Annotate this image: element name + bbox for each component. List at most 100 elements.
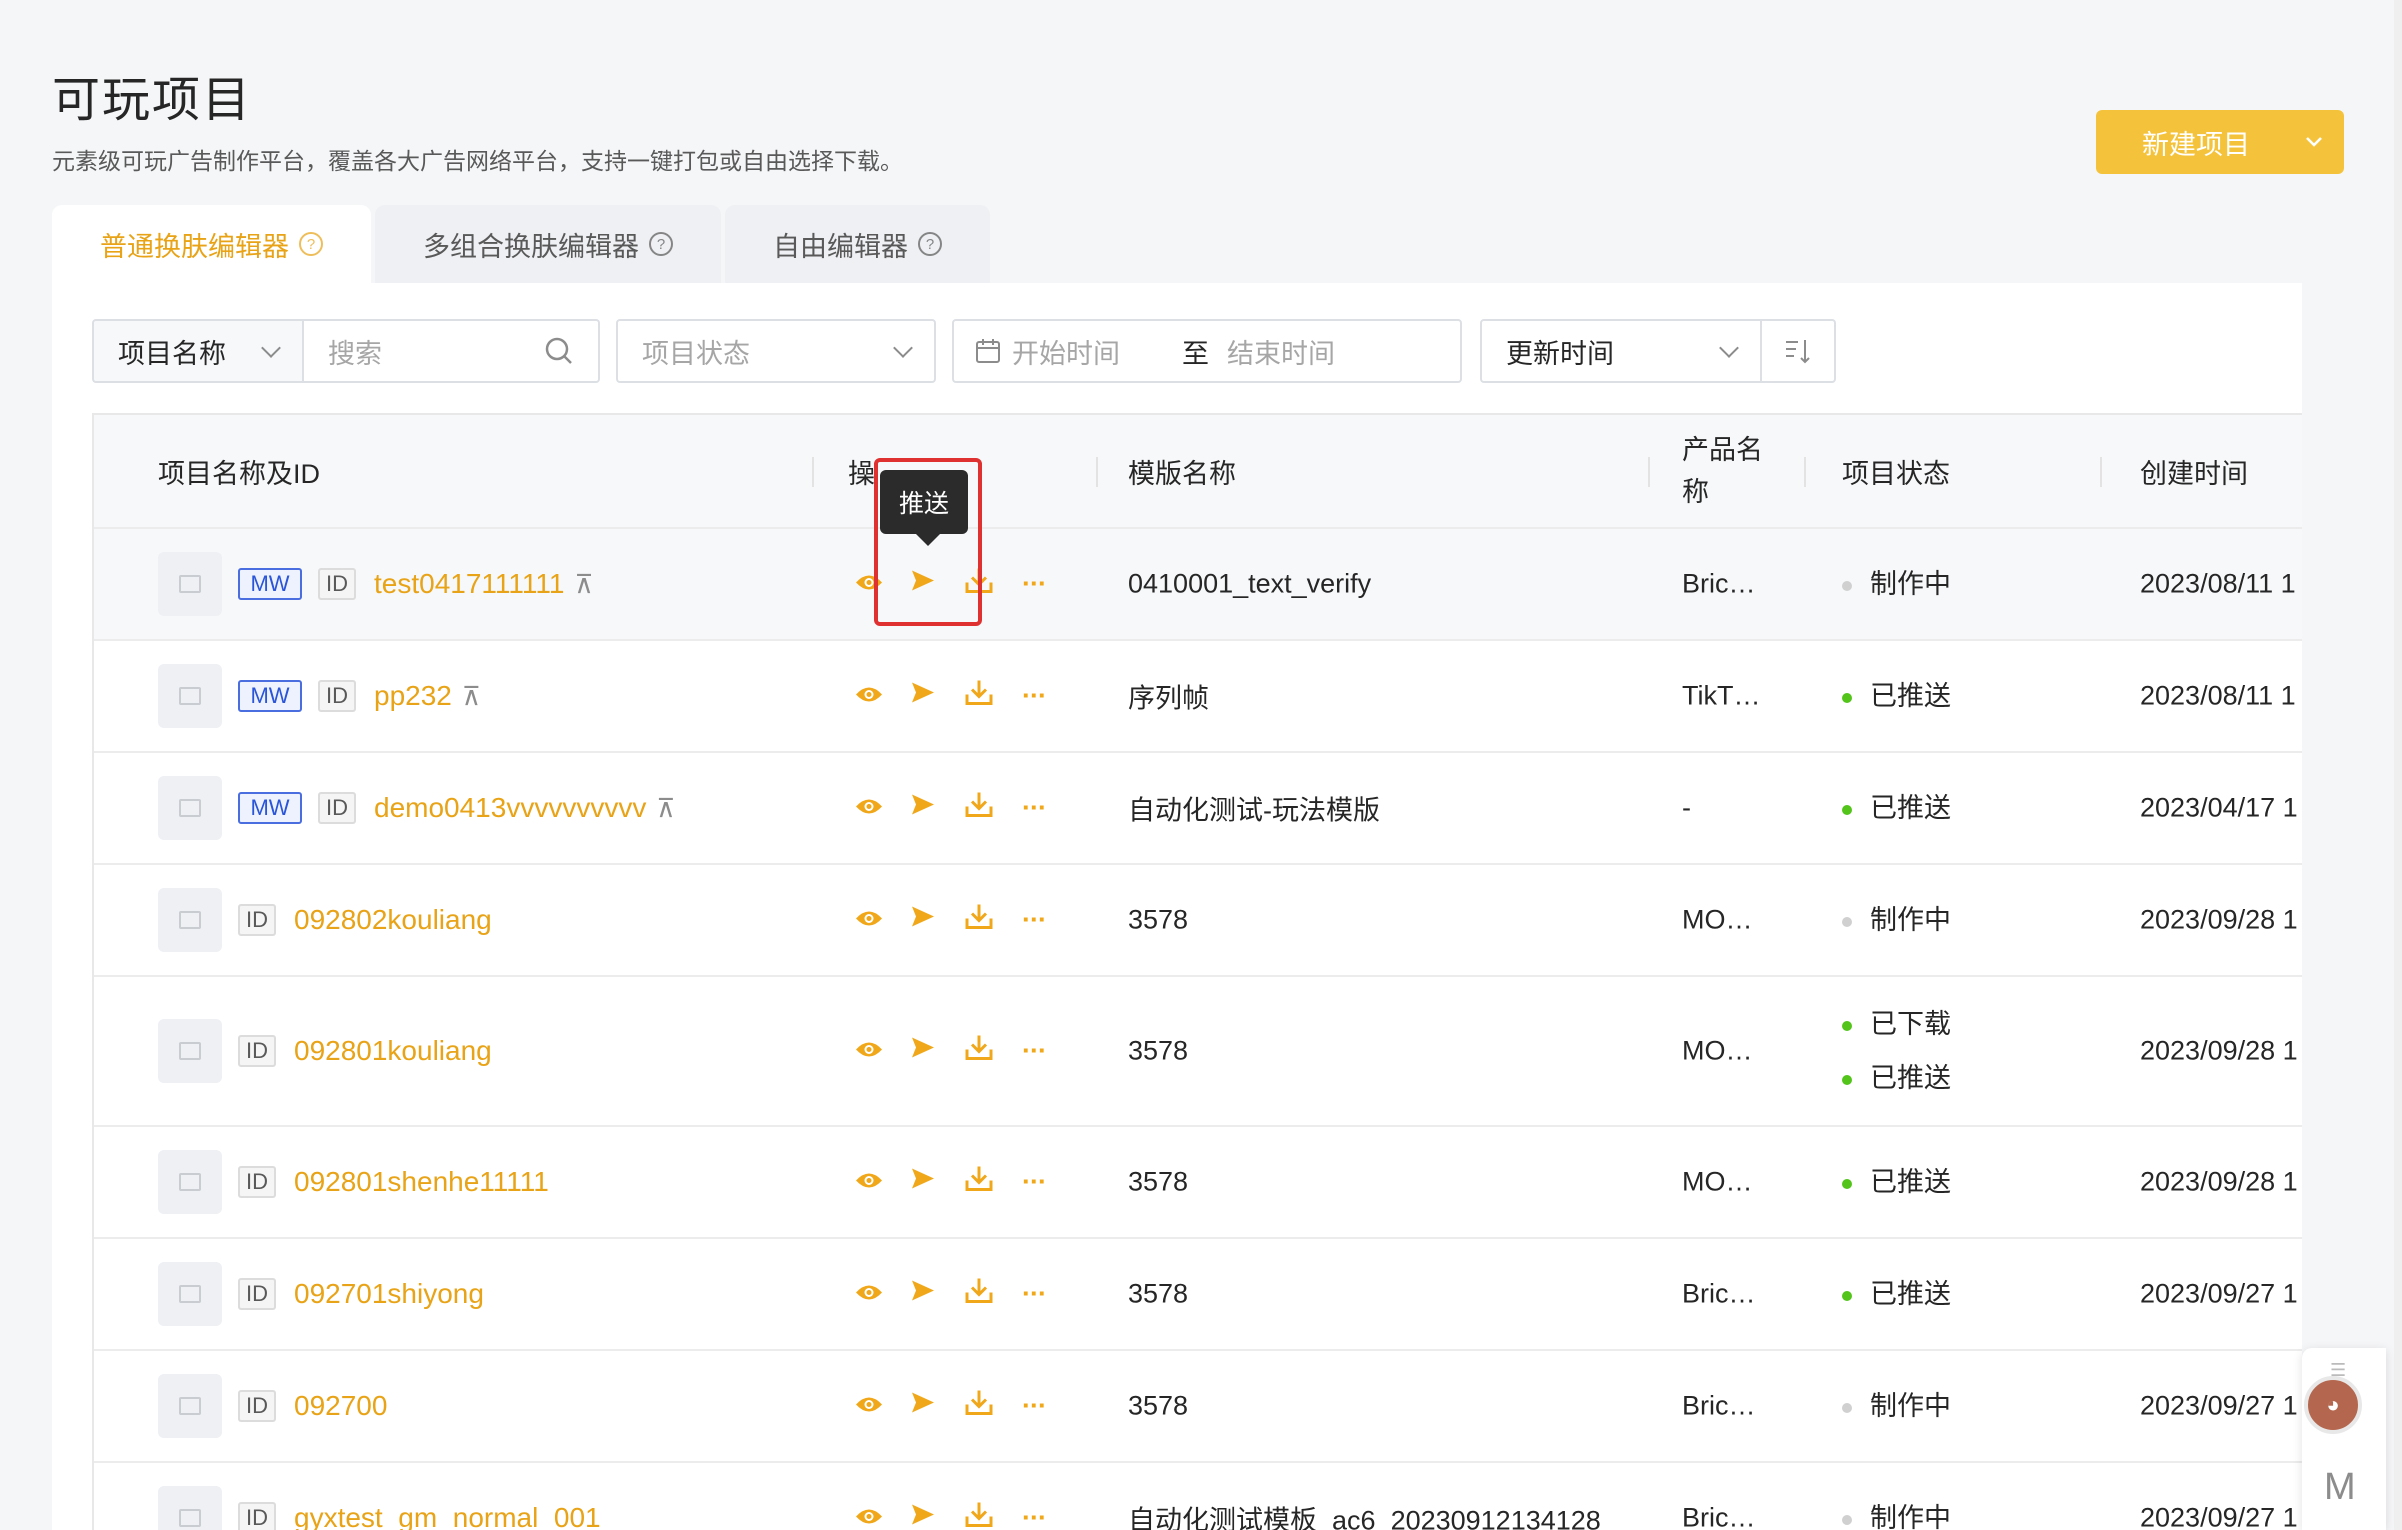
id-tag[interactable]: ID	[318, 792, 356, 824]
tab-multi-skin-editor[interactable]: 多组合换肤编辑器?	[375, 205, 721, 283]
id-tag[interactable]: ID	[238, 1035, 276, 1067]
preview-icon[interactable]	[854, 681, 884, 712]
preview-icon[interactable]	[854, 1391, 884, 1422]
push-icon[interactable]	[910, 1391, 936, 1422]
table-row[interactable]: MW ID pp232 ⊼ ··· 序列帧 TikT… 已推送 2023/08/11 1	[94, 641, 2302, 753]
chevron-down-icon[interactable]	[2284, 110, 2344, 174]
project-name-link[interactable]: 092700	[294, 1390, 387, 1422]
project-name-link[interactable]: test0417111111 ⊼	[374, 568, 594, 600]
preview-icon[interactable]	[854, 793, 884, 824]
id-tag[interactable]: ID	[238, 1166, 276, 1198]
status-text: 制作中	[1870, 905, 1951, 935]
preview-icon[interactable]	[854, 905, 884, 936]
project-name-link[interactable]: 092802kouliang	[294, 904, 492, 936]
more-actions-icon[interactable]: ···	[1022, 569, 1047, 600]
status-select[interactable]: 项目状态	[616, 319, 936, 383]
sort-field-value: 更新时间	[1506, 338, 1614, 369]
preview-icon[interactable]	[854, 1503, 884, 1530]
sort-field-select[interactable]: 更新时间	[1480, 319, 1762, 383]
table-row[interactable]: ID 092801kouliang ··· 3578 MO… 已下载 已推送 2023/09/…	[94, 977, 2302, 1127]
download-icon[interactable]	[964, 679, 994, 714]
more-actions-icon[interactable]: ···	[1022, 1503, 1047, 1530]
id-tag[interactable]: ID	[238, 1502, 276, 1530]
project-name-link[interactable]: 092801shenhe11111	[294, 1166, 549, 1198]
push-icon[interactable]	[910, 905, 936, 936]
download-icon[interactable]	[964, 1165, 994, 1200]
id-tag[interactable]: ID	[318, 680, 356, 712]
search-field-select[interactable]: 项目名称	[92, 319, 304, 383]
preview-icon[interactable]	[854, 1279, 884, 1310]
tab-normal-skin-editor[interactable]: 普通换肤编辑器?	[52, 205, 371, 283]
more-actions-icon[interactable]: ···	[1022, 1279, 1047, 1310]
page-scrollbar[interactable]	[2394, 0, 2402, 1530]
project-name-link[interactable]: pp232 ⊼	[374, 680, 481, 712]
download-icon[interactable]	[964, 1501, 994, 1530]
created-time: 2023/08/11 1	[2140, 568, 2296, 599]
push-icon[interactable]	[910, 1167, 936, 1198]
table-row[interactable]: ID gyxtest_gm_normal_001 ··· 自动化测试模板_ac6_20…	[94, 1463, 2302, 1530]
more-actions-icon[interactable]: ···	[1022, 793, 1047, 824]
project-name-link[interactable]: gyxtest_gm_normal_001	[294, 1502, 601, 1530]
download-icon[interactable]	[964, 1389, 994, 1424]
status-dot	[1842, 580, 1852, 591]
status-text: 制作中	[1870, 1503, 1951, 1530]
id-tag[interactable]: ID	[238, 904, 276, 936]
id-tag[interactable]: ID	[238, 1278, 276, 1310]
download-icon[interactable]	[964, 567, 994, 602]
push-icon[interactable]	[910, 1279, 936, 1310]
more-actions-icon[interactable]: ···	[1022, 1036, 1047, 1067]
preview-icon[interactable]	[854, 1036, 884, 1067]
pin-top-icon[interactable]: ⊼	[574, 569, 593, 599]
more-actions-icon[interactable]: ···	[1022, 905, 1047, 936]
preview-icon[interactable]	[854, 569, 884, 600]
download-icon[interactable]	[964, 1277, 994, 1312]
download-icon[interactable]	[964, 1034, 994, 1069]
avatar[interactable]: ◕	[2304, 1376, 2362, 1434]
mail-logo-icon[interactable]: M	[2324, 1466, 2356, 1509]
pin-top-icon[interactable]: ⊼	[656, 793, 675, 823]
push-icon[interactable]	[910, 1036, 936, 1067]
table-row[interactable]: MW ID demo0413vvvvvvvvvv ⊼ ··· 自动化测试-玩法模版 - 已推送…	[94, 753, 2302, 865]
push-icon[interactable]	[910, 569, 936, 600]
table-row[interactable]: ID 092802kouliang ··· 3578 MO… 制作中 2023/09/28 …	[94, 865, 2302, 977]
table-row[interactable]: ID 092700 ··· 3578 Bric… 制作中 2023/09/27 1	[94, 1351, 2302, 1463]
search-icon[interactable]	[544, 336, 574, 366]
project-name: 092700	[294, 1390, 388, 1421]
status-dot	[1842, 1402, 1852, 1413]
image-placeholder-icon	[179, 1042, 201, 1060]
table-row[interactable]: ID 092801shenhe11111 ··· 3578 MO… 已推送 2023/09/…	[94, 1127, 2302, 1239]
more-actions-icon[interactable]: ···	[1022, 681, 1047, 712]
help-icon[interactable]: ?	[649, 232, 673, 256]
new-project-button[interactable]: 新建项目	[2096, 110, 2344, 174]
id-tag[interactable]: ID	[318, 568, 356, 600]
project-name-link[interactable]: 092701shiyong	[294, 1278, 484, 1310]
date-range-picker[interactable]: 开始时间 至 结束时间	[952, 319, 1462, 383]
status-dot	[1842, 692, 1852, 703]
table-row[interactable]: MW ID test0417111111 ⊼ ··· 0410001_text_verif…	[94, 529, 2302, 641]
status-badge: 已推送	[1842, 669, 1951, 723]
download-icon[interactable]	[964, 791, 994, 826]
tab-free-editor[interactable]: 自由编辑器?	[725, 205, 990, 283]
download-icon[interactable]	[964, 903, 994, 938]
push-icon[interactable]	[910, 1503, 936, 1530]
pin-top-icon[interactable]: ⊼	[462, 681, 481, 711]
search-input[interactable]: 搜索	[304, 319, 600, 383]
project-name-link[interactable]: demo0413vvvvvvvvvv ⊼	[374, 792, 675, 824]
preview-icon[interactable]	[854, 1167, 884, 1198]
status-text: 已推送	[1870, 1063, 1951, 1093]
status-badge: 制作中	[1842, 1491, 1951, 1530]
help-icon[interactable]: ?	[918, 232, 942, 256]
id-tag[interactable]: ID	[238, 1390, 276, 1422]
image-placeholder-icon	[179, 687, 201, 705]
more-actions-icon[interactable]: ···	[1022, 1167, 1047, 1198]
table-row[interactable]: ID 092701shiyong ··· 3578 Bric… 已推送 2023/09/27…	[94, 1239, 2302, 1351]
push-icon[interactable]	[910, 793, 936, 824]
sort-order-button[interactable]	[1762, 319, 1836, 383]
floating-assistant[interactable]: ☰ ◕ M	[2302, 1348, 2386, 1530]
project-name-link[interactable]: 092801kouliang	[294, 1035, 492, 1067]
help-icon[interactable]: ?	[299, 232, 323, 256]
more-actions-icon[interactable]: ···	[1022, 1391, 1047, 1422]
project-name: pp232	[374, 680, 452, 711]
push-icon[interactable]	[910, 681, 936, 712]
created-time: 2023/04/17 1	[2140, 792, 2298, 823]
